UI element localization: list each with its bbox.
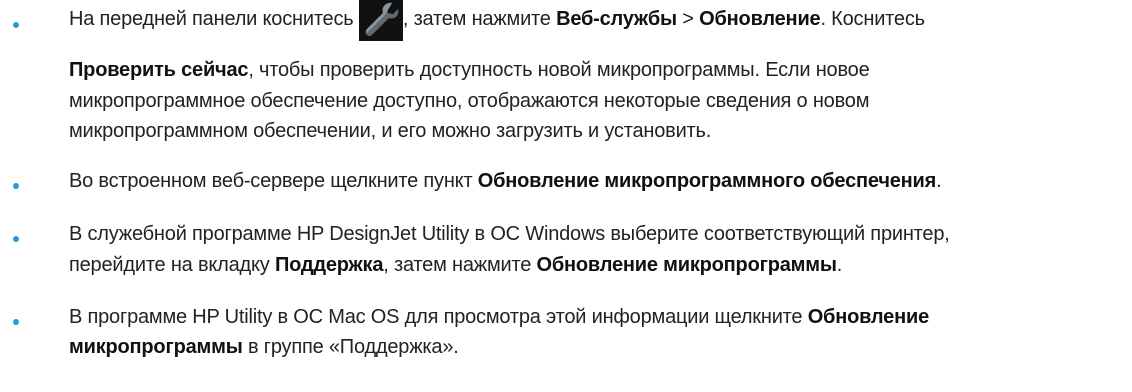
check-now-label: Проверить сейчас bbox=[69, 59, 249, 81]
list-item-line: На передней панели коснитесь , затем наж… bbox=[69, 0, 925, 41]
text: в группе «Поддержка». bbox=[242, 336, 459, 358]
wrench-icon bbox=[358, 0, 403, 41]
text: В программе HP Utility в ОС Mac OS для п… bbox=[69, 306, 808, 328]
firmware-update-label: микропрограммы bbox=[69, 336, 243, 358]
menu-path-web-services: Веб-службы bbox=[556, 8, 677, 30]
text: В служебной программе HP DesignJet Utili… bbox=[69, 223, 950, 245]
list-item-line: В служебной программе HP DesignJet Utili… bbox=[69, 219, 950, 249]
list-item-line: микропрограммное обеспечение доступно, о… bbox=[69, 86, 869, 116]
list-item-line: Во встроенном веб-сервере щелкните пункт… bbox=[69, 166, 942, 196]
text: > bbox=[676, 8, 700, 30]
bullet-icon bbox=[13, 319, 19, 325]
list-item-line: микропрограммы в группе «Поддержка». bbox=[69, 332, 459, 362]
text: . bbox=[936, 170, 942, 192]
list-item-line: Проверить сейчас, чтобы проверить доступ… bbox=[69, 55, 870, 85]
list-item-line: В программе HP Utility в ОС Mac OS для п… bbox=[69, 302, 929, 332]
bullet-icon bbox=[13, 22, 19, 28]
text: микропрограммное обеспечение доступно, о… bbox=[69, 90, 870, 112]
text: . Коснитесь bbox=[820, 8, 925, 30]
bullet-icon bbox=[13, 236, 19, 242]
text: , затем нажмите bbox=[383, 254, 537, 276]
menu-path-update: Обновление bbox=[699, 8, 821, 30]
list-item-line: микропрограммном обеспечении, и его можн… bbox=[69, 116, 711, 146]
text: . bbox=[836, 254, 843, 276]
firmware-update-label: Обновление bbox=[807, 306, 930, 328]
text: микропрограммном обеспечении, и его можн… bbox=[69, 120, 712, 142]
document-page: На передней панели коснитесь , затем наж… bbox=[0, 0, 1132, 392]
bullet-icon bbox=[13, 183, 19, 189]
text: Во встроенном веб-сервере щелкните пункт bbox=[69, 170, 478, 192]
text: На передней панели коснитесь bbox=[69, 8, 359, 30]
firmware-update-label: Обновление микропрограммного обеспечения bbox=[477, 170, 937, 192]
text: , затем нажмите bbox=[402, 8, 557, 30]
text: , чтобы проверить доступность новой микр… bbox=[248, 59, 870, 81]
support-tab-label: Поддержка bbox=[274, 254, 384, 276]
text: перейдите на вкладку bbox=[69, 254, 275, 276]
list-item-line: перейдите на вкладку Поддержка, затем на… bbox=[69, 250, 842, 280]
firmware-update-label: Обновление микропрограммы bbox=[536, 254, 837, 276]
